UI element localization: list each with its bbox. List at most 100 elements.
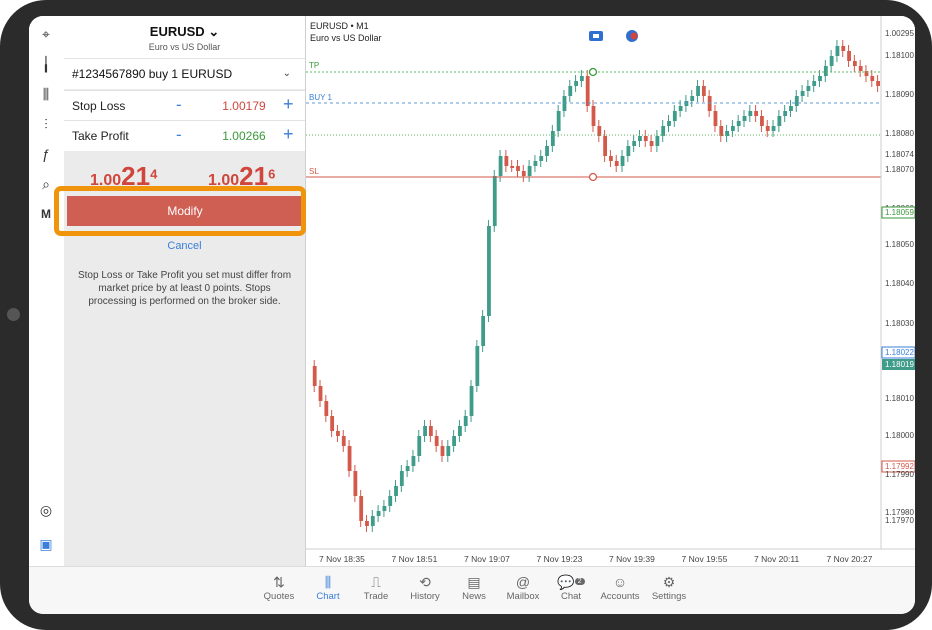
candle-body — [533, 161, 538, 166]
order-selector[interactable]: #1234567890 buy 1 EURUSD ⌄ — [64, 58, 305, 89]
take-profit-minus-button[interactable]: - — [176, 125, 182, 145]
candle-body — [742, 116, 747, 121]
chart-description: Euro vs US Dollar — [310, 33, 382, 43]
candle-body — [818, 76, 822, 81]
tab-settings[interactable]: ⚙ Settings — [645, 573, 693, 602]
bottom-tab-bar: ⇅ Quotes ⫼ Chart ⎍ Trade ⟲ History ▤ News @ Ma… — [29, 566, 915, 614]
symbol-header[interactable]: EURUSD ⌄ Euro vs US Dollar — [64, 16, 305, 58]
function-icon[interactable]: ƒ — [36, 144, 56, 164]
bars-icon[interactable]: ⫼ — [36, 84, 56, 104]
candle-body — [754, 111, 759, 116]
candle-body — [603, 136, 608, 156]
tab-label: Chat — [560, 591, 582, 602]
candle-body — [487, 226, 491, 316]
candle-body — [667, 121, 671, 126]
chevron-down-icon: ⌄ — [208, 24, 220, 39]
chart-icon: ⫼ — [324, 574, 332, 590]
candle-body — [730, 126, 735, 131]
tab-accounts[interactable]: ☺ Accounts — [596, 573, 644, 602]
candle-body — [492, 176, 497, 226]
tablet-frame: ⌖ ╽ ⫼ ⫶ ƒ ⌕ M ◎ ▣ EURUSD ⌄ Euro vs US Do… — [0, 0, 932, 630]
price-label: 1.18010 — [885, 394, 914, 403]
time-label: 7 Nov 19:07 — [464, 554, 510, 564]
stop-loss-plus-button[interactable]: + — [283, 94, 294, 115]
price-chart[interactable]: EURUSD • M1 Euro vs US Dollar TP BUY 1 S… — [306, 16, 915, 566]
tab-label: Mailbox — [506, 591, 540, 602]
candle-body — [452, 436, 457, 446]
tab-chart[interactable]: ⫼ Chart — [304, 573, 352, 602]
chevron-down-icon: ⌄ — [282, 68, 291, 79]
stop-loss-value[interactable]: 1.00179 — [214, 99, 274, 113]
candlestick-series — [312, 40, 880, 532]
candle-body — [649, 141, 654, 146]
chart-canvas[interactable]: EURUSD • M1 Euro vs US Dollar TP BUY 1 S… — [306, 16, 915, 566]
candle-body — [353, 471, 358, 496]
tab-label: Chart — [316, 591, 340, 602]
history-icon: ⟲ — [419, 574, 431, 590]
metaquotes-icon[interactable]: M — [36, 204, 56, 224]
candle-body — [678, 106, 683, 111]
candle-body — [643, 136, 648, 141]
price-axis: 1.00295 1.18100 1.18090 1.18080 1.18074 1.180… — [881, 29, 915, 525]
indicators-icon[interactable]: ⫶ — [36, 114, 56, 134]
highlight-frame — [54, 186, 306, 236]
mailbox-icon: @ — [515, 574, 531, 590]
sl-handle[interactable] — [588, 172, 598, 182]
candle-body — [347, 446, 352, 471]
candle-body — [341, 436, 346, 446]
candle-body — [609, 156, 613, 161]
candle-body — [498, 156, 503, 176]
candle-body — [719, 126, 724, 136]
take-profit-plus-button[interactable]: + — [283, 124, 294, 145]
crosshair-icon[interactable]: ⌖ — [36, 24, 56, 44]
candle-body — [626, 146, 631, 156]
candle-body — [876, 81, 880, 86]
tab-history[interactable]: ⟲ History — [401, 573, 449, 602]
candle-body — [579, 76, 584, 81]
price-label: 1.17970 — [885, 516, 914, 525]
time-label: 7 Nov 19:39 — [609, 554, 655, 564]
trade-icon: ⎍ — [371, 574, 381, 590]
tab-trade[interactable]: ⎍ Trade — [352, 573, 400, 602]
candle-body — [417, 436, 422, 456]
candle-body — [388, 496, 393, 506]
candle-body — [330, 416, 335, 431]
candle-body — [858, 66, 863, 71]
tab-news[interactable]: ▤ News — [450, 573, 498, 602]
candle-body — [789, 106, 793, 111]
candle-body — [510, 166, 515, 168]
candle-body — [701, 86, 706, 96]
cancel-button[interactable]: Cancel — [64, 240, 305, 252]
tab-chat[interactable]: 💬 2 Chat — [547, 573, 595, 602]
candle-body — [434, 436, 439, 446]
quotes-bar: 1.00214 1.00216 — [64, 151, 305, 191]
camera-dot — [7, 308, 20, 321]
stop-loss-minus-button[interactable]: - — [176, 95, 182, 115]
signal-icon[interactable]: ◎ — [36, 500, 56, 520]
candles-icon[interactable]: ╽ — [36, 54, 56, 74]
candle-body — [690, 96, 695, 101]
stop-loss-label: Stop Loss — [72, 99, 126, 113]
chat-icon: 💬 2 — [547, 573, 595, 591]
candle-body — [806, 86, 811, 91]
price-label: 1.18100 — [885, 51, 914, 60]
sl-label: SL — [309, 167, 319, 176]
tab-label: Trade — [363, 591, 389, 602]
tab-quotes[interactable]: ⇅ Quotes — [255, 573, 303, 602]
trading-icon[interactable]: ▣ — [36, 534, 56, 554]
take-profit-value[interactable]: 1.00266 — [214, 129, 274, 143]
candle-body — [852, 61, 857, 66]
price-label: 1.18019 — [885, 360, 914, 369]
candle-body — [823, 66, 828, 76]
tp-handle[interactable] — [588, 67, 598, 77]
time-label: 7 Nov 18:35 — [319, 554, 365, 564]
objects-icon[interactable]: ⌕ — [36, 174, 56, 194]
price-label: 1.18030 — [885, 319, 914, 328]
candle-body — [365, 521, 369, 526]
chart-toolbar-icons[interactable] — [589, 30, 638, 42]
tab-mailbox[interactable]: @ Mailbox — [499, 573, 547, 602]
candle-body — [423, 426, 427, 436]
candle-body — [760, 116, 764, 126]
candle-body — [475, 346, 480, 386]
left-toolbar: ⌖ ╽ ⫼ ⫶ ƒ ⌕ M ◎ ▣ — [29, 16, 63, 566]
